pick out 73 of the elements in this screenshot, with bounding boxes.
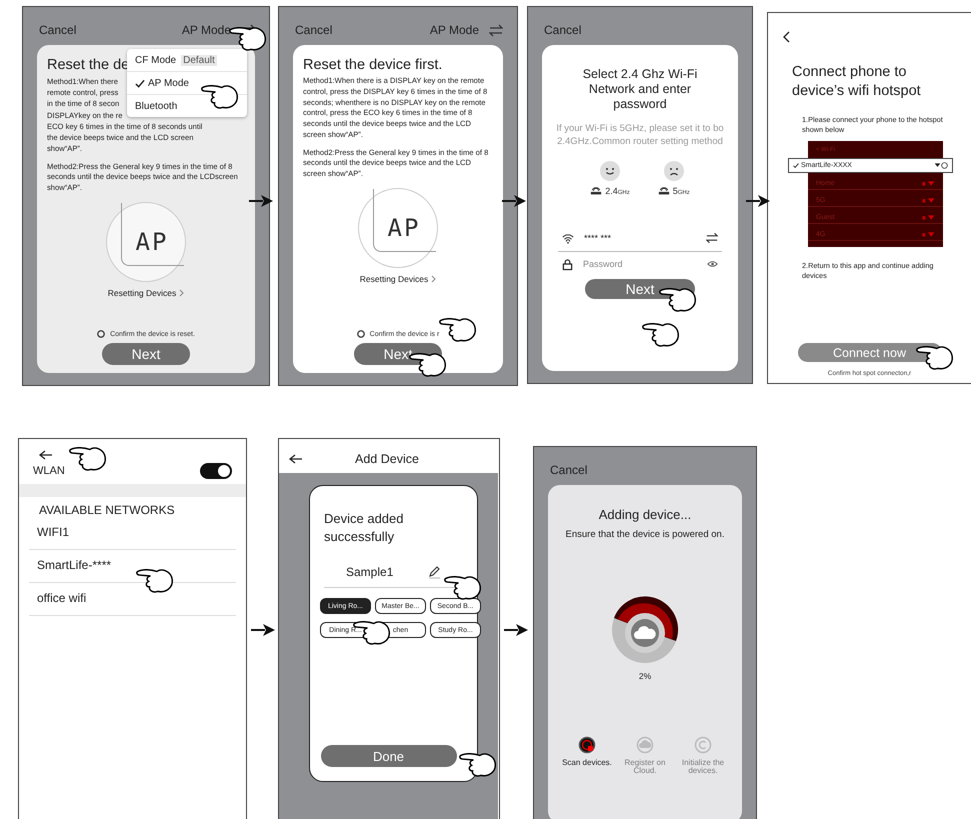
arrow-right-icon	[251, 624, 275, 636]
screen-title: Select 2.4 Ghz Wi-Fi Network and enter password	[582, 66, 698, 112]
menu-item[interactable]: Bluetooth	[127, 95, 247, 117]
screen-title: Reset the device first.	[303, 57, 442, 73]
menu-item[interactable]: CF Mode Default	[127, 49, 247, 72]
router-icon	[590, 186, 602, 196]
cancel-link[interactable]: Cancel	[39, 23, 76, 37]
arrow-right-icon	[746, 195, 770, 207]
progress-percent: 2%	[638, 671, 652, 681]
radio-icon[interactable]	[356, 330, 365, 338]
check-icon	[135, 78, 145, 88]
done-button[interactable]: Done	[320, 745, 456, 767]
screen-title: Adding device...	[598, 507, 692, 522]
device-name: Sample1	[346, 565, 394, 580]
instruction-text: Ensure that the device is powered on.	[566, 529, 724, 540]
step-label: Initialize the devices.	[680, 759, 726, 776]
router-icon	[658, 186, 670, 196]
password-field[interactable]: Password	[583, 259, 697, 270]
menu-item-label: AP Mode	[148, 78, 189, 88]
back-arrow-icon[interactable]	[39, 449, 53, 461]
hand-pointer-icon	[915, 343, 955, 372]
eye-icon[interactable]	[707, 260, 718, 268]
arrow-right-icon	[249, 195, 273, 207]
cancel-link[interactable]: Cancel	[550, 463, 588, 477]
hand-pointer-icon	[200, 82, 240, 111]
arrow-right-icon	[504, 624, 528, 636]
wifi-info-icon	[934, 162, 948, 170]
lock-icon	[562, 258, 573, 271]
default-tag: Default	[181, 54, 217, 66]
screen-title: Connect phone to device’s wifi hotspot	[792, 63, 922, 101]
hand-pointer-icon	[135, 566, 175, 595]
network-field[interactable]: **** ***	[558, 226, 722, 252]
back-icon[interactable]	[782, 31, 790, 43]
back-arrow-icon[interactable]	[289, 453, 303, 465]
pencil-icon[interactable]	[428, 565, 441, 580]
mode-label: AP Mode	[430, 23, 479, 37]
menu-item-label: Bluetooth	[135, 100, 178, 112]
lock-wifi-icon	[921, 214, 935, 222]
section-header: AVAILABLE NETWORKS	[38, 502, 176, 517]
cancel-link[interactable]: Cancel	[295, 23, 332, 37]
resetting-link[interactable]: Resetting Devices	[108, 288, 176, 298]
hand-pointer-icon	[352, 618, 392, 647]
lcd-reading: AP	[136, 228, 168, 256]
check-icon	[793, 163, 799, 168]
lock-wifi-icon	[921, 180, 935, 188]
hand-pointer-icon	[658, 285, 698, 314]
mode-switch-icon[interactable]	[489, 24, 503, 36]
hand-pointer-icon	[68, 444, 108, 473]
network-item[interactable]: WIFI1	[29, 517, 236, 550]
mode-label: AP Mode	[182, 23, 231, 37]
lcd-reading: AP	[388, 214, 420, 242]
dialog-heading: Device added successfully	[324, 510, 404, 546]
screen-title: Add Device	[355, 452, 419, 466]
next-button[interactable]: Next	[102, 343, 190, 365]
wifi-icon	[562, 232, 574, 245]
cancel-link[interactable]: Cancel	[544, 23, 582, 37]
step-label: Register on Cloud.	[624, 759, 666, 776]
switch-network-icon[interactable]	[706, 232, 718, 244]
lock-wifi-icon	[921, 197, 935, 204]
chevron-right-icon	[179, 288, 184, 297]
wlan-label: WLAN	[33, 465, 65, 477]
radio-icon[interactable]	[97, 330, 106, 338]
menu-item-label: CF Mode	[135, 54, 176, 66]
progress-ring-drawing	[610, 595, 680, 665]
hand-pointer-icon	[641, 320, 681, 349]
hint-text: If your Wi-Fi is 5GHz, please set it to bo 2.4GHz.Common router setting method	[555, 122, 725, 149]
chevron-right-icon	[431, 275, 436, 284]
arrow-right-icon	[502, 195, 526, 207]
step-label: Scan devices.	[562, 759, 612, 768]
resetting-link[interactable]: Resetting Devices	[360, 274, 428, 284]
hand-pointer-icon	[438, 315, 478, 344]
lock-wifi-icon	[921, 231, 935, 238]
wlan-toggle[interactable]	[200, 463, 232, 479]
